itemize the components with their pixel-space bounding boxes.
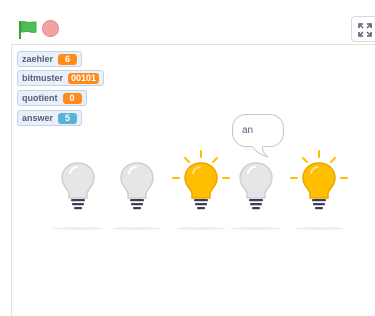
monitor-value: 00101 <box>68 72 100 84</box>
monitor-value: 0 <box>62 92 82 104</box>
monitor-label: zaehler <box>22 54 54 64</box>
monitor-quotient[interactable]: quotient 0 <box>17 90 87 106</box>
monitor-value: 5 <box>58 112 78 124</box>
speech-bubble: an <box>232 114 284 147</box>
green-flag-icon[interactable] <box>17 19 39 41</box>
lightbulb-off[interactable] <box>112 149 162 219</box>
fullscreen-button[interactable] <box>351 16 375 42</box>
bulb-shadow <box>112 227 162 230</box>
speech-bubble-text: an <box>242 125 254 136</box>
monitor-value: 6 <box>58 53 78 65</box>
lightbulb-off[interactable] <box>231 149 281 219</box>
monitor-label: answer <box>22 113 54 123</box>
lightbulb-off[interactable] <box>53 149 103 219</box>
fullscreen-icon <box>358 23 372 37</box>
bulb-shadow <box>231 227 281 230</box>
stop-button[interactable] <box>42 20 59 37</box>
stage-toolbar <box>0 0 375 44</box>
monitor-label: bitmuster <box>22 73 64 83</box>
monitor-label: quotient <box>22 93 58 103</box>
bulb-shadow <box>176 227 226 230</box>
lightbulb-on[interactable] <box>171 149 231 219</box>
lightbulb-on[interactable] <box>289 149 349 219</box>
monitor-zaehler[interactable]: zaehler 6 <box>17 51 83 67</box>
monitor-answer[interactable]: answer 5 <box>17 110 83 126</box>
monitor-bitmuster[interactable]: bitmuster 00101 <box>17 70 105 86</box>
bulb-shadow <box>53 227 103 230</box>
bulb-shadow <box>294 227 344 230</box>
stage[interactable]: zaehler 6 bitmuster 00101 quotient 0 ans… <box>11 44 375 316</box>
